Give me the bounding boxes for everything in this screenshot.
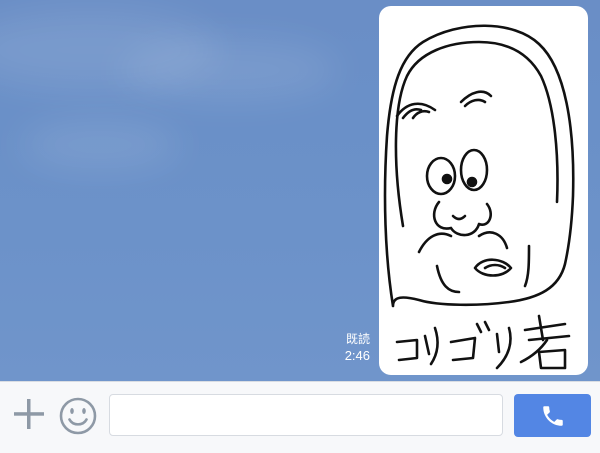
read-receipt: 既読 <box>345 332 370 346</box>
cloud-decoration <box>20 120 180 170</box>
smiley-icon[interactable] <box>58 396 98 436</box>
message-timestamp: 2:46 <box>344 348 370 363</box>
message-bubble[interactable] <box>379 6 588 375</box>
plus-icon[interactable] <box>12 397 46 431</box>
message-input[interactable] <box>109 394 503 436</box>
message-meta: 既読 2:46 <box>310 331 370 365</box>
cloud-decoration <box>120 40 340 100</box>
phone-icon <box>542 405 563 426</box>
chat-area: 既読 2:46 <box>0 0 600 381</box>
hand-drawn-sticker-image <box>383 24 575 370</box>
call-button[interactable] <box>514 394 591 437</box>
